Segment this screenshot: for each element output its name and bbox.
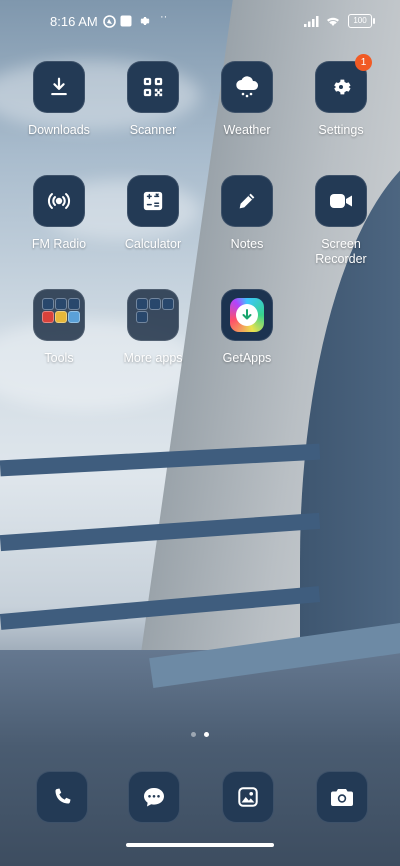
- app-calculator[interactable]: Calculator: [106, 175, 200, 252]
- app-label: Scanner: [129, 123, 177, 137]
- app-weather[interactable]: Weather: [200, 61, 294, 138]
- more-icon: ··: [160, 11, 168, 23]
- app-downloads[interactable]: Downloads: [12, 61, 106, 138]
- app-label: Weather: [223, 123, 271, 137]
- camera-icon: [316, 771, 368, 823]
- notification-badge: 1: [355, 54, 372, 71]
- weather-cloud-icon: [221, 61, 273, 113]
- messages-icon: [128, 771, 180, 823]
- vpn-icon: [103, 15, 116, 31]
- app-label: Screen Recorder: [315, 237, 367, 266]
- app-label: Notes: [230, 237, 264, 251]
- gallery-icon: [222, 771, 274, 823]
- radio-broadcast-icon: [33, 175, 85, 227]
- app-getapps[interactable]: GetApps: [200, 289, 294, 366]
- app-label: Tools: [44, 351, 74, 365]
- phone-icon: [36, 771, 88, 823]
- app-label: Calculator: [124, 237, 182, 251]
- dock-phone[interactable]: [36, 771, 88, 823]
- home-indicator[interactable]: [126, 843, 274, 847]
- page-dot-active: [204, 732, 209, 737]
- folder-icon: [33, 289, 85, 341]
- app-scanner[interactable]: Scanner: [106, 61, 200, 138]
- folder-tools[interactable]: Tools: [12, 289, 106, 366]
- settings-status-icon: [138, 15, 150, 30]
- wifi-icon: [325, 15, 341, 30]
- dock-messages[interactable]: [128, 771, 180, 823]
- dock-camera[interactable]: [316, 771, 368, 823]
- settings-gear-icon: 1: [315, 54, 372, 113]
- app-label: More apps: [123, 351, 183, 365]
- app-notes[interactable]: Notes: [200, 175, 294, 252]
- calculator-icon: [127, 175, 179, 227]
- app-label: Downloads: [28, 123, 90, 137]
- folder-icon: [127, 289, 179, 341]
- app-screen-recorder[interactable]: Screen Recorder: [294, 175, 388, 267]
- status-time: 8:16 AM: [50, 14, 98, 29]
- dock-gallery[interactable]: [222, 771, 274, 823]
- download-icon: [33, 61, 85, 113]
- battery-icon: 100: [348, 14, 375, 28]
- app-label: GetApps: [222, 351, 272, 365]
- app-settings[interactable]: 1 Settings: [294, 54, 388, 138]
- status-bar: 8:16 AM ·· 100: [0, 11, 400, 32]
- pencil-icon: [221, 175, 273, 227]
- folder-more-apps[interactable]: More apps: [106, 289, 200, 366]
- app-label: FM Radio: [31, 237, 87, 251]
- qr-scanner-icon: [127, 61, 179, 113]
- page-indicator: [0, 731, 400, 739]
- app-notification-icon: [120, 15, 132, 30]
- app-label: Settings: [318, 123, 364, 137]
- app-fm-radio[interactable]: FM Radio: [12, 175, 106, 252]
- video-camera-icon: [315, 175, 367, 227]
- signal-icon: [304, 15, 320, 30]
- page-dot: [191, 732, 196, 737]
- getapps-icon: [221, 289, 273, 341]
